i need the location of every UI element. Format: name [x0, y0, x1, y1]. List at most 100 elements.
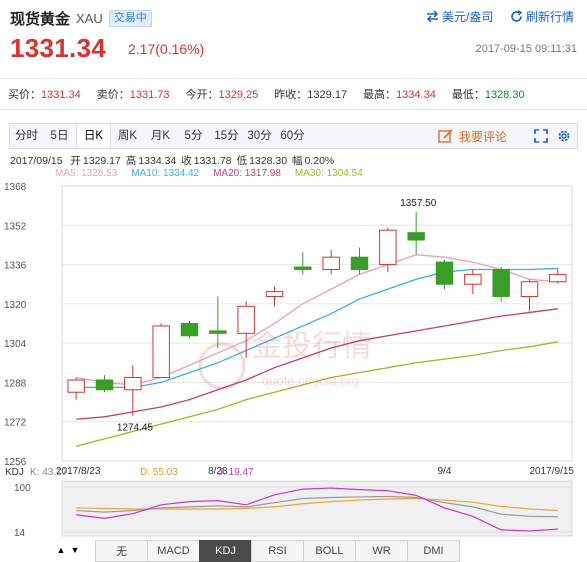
kdj-legend-item: KDJ [5, 467, 24, 478]
candle-body [67, 379, 85, 393]
period-tab[interactable]: 周K [111, 124, 144, 148]
candle[interactable] [549, 268, 567, 284]
indicator-tab[interactable]: BOLL [303, 540, 356, 562]
quote-item: 今开：1329.25 [186, 86, 259, 102]
candle-body [407, 232, 425, 241]
candle-body [95, 379, 114, 391]
candle[interactable] [464, 269, 482, 295]
title-row: 现货黄金 XAU 交易中 [10, 8, 152, 28]
candle-body [294, 266, 312, 270]
period-tab[interactable]: 5日 [43, 124, 76, 148]
ohlc-low: 1328.30 [249, 155, 288, 167]
timestamp: 2017-09-15 09:11:31 [475, 43, 577, 55]
ma20-line [76, 308, 558, 420]
candle[interactable] [322, 249, 340, 275]
candle[interactable] [67, 377, 85, 400]
indicator-tab[interactable]: WR [355, 540, 408, 562]
candle[interactable] [407, 211, 425, 255]
period-tab[interactable]: 30分 [243, 124, 276, 148]
candle-body [464, 273, 482, 285]
prev-arrow-button[interactable]: ▲ [54, 540, 68, 560]
indicator-tab[interactable]: 无 [95, 540, 148, 562]
period-tab[interactable]: 分时 [10, 124, 43, 148]
ohlc-date: 2017/09/15 [10, 155, 63, 167]
period-tab-bar: 分时 5日 日K 周K 月K 5分 15分 30分 60分 我要评论 [9, 123, 578, 149]
quote-value: 1331.73 [129, 89, 170, 101]
candle[interactable] [520, 279, 539, 312]
y-tick-label: 1272 [4, 418, 27, 429]
ohlc-summary: 2017/09/15 开 1329.17 高 1334.34 收 1331.78 低1… [10, 153, 336, 168]
price-annotation: 1274.45 [117, 423, 154, 434]
candle-body [520, 281, 539, 297]
y-tick-label: 1304 [4, 339, 27, 350]
candle[interactable] [350, 247, 369, 275]
current-price: 1331.34 [10, 33, 107, 63]
period-tab[interactable]: 60分 [276, 124, 309, 148]
candlestick-chart[interactable]: 13681352133613201304128812721256金投行情quot… [0, 178, 587, 540]
chart-frame [61, 185, 573, 462]
candle[interactable] [124, 365, 142, 416]
candle[interactable] [435, 259, 454, 290]
period-tab[interactable]: 5分 [177, 124, 210, 148]
settings-icon[interactable] [557, 129, 571, 143]
fullscreen-icon[interactable] [534, 129, 548, 143]
ohlc-amp-label: 幅 [291, 155, 303, 167]
quote-value: 1329.25 [218, 89, 259, 101]
candle[interactable] [152, 323, 170, 379]
indicator-tab[interactable]: DMI [407, 540, 460, 562]
x-tick-label: 9/4 [438, 466, 452, 477]
indicator-bar: ▲ ▼ 无 MACD KDJ RSI BOLL WR DMI [54, 540, 460, 562]
ma10-line [76, 267, 558, 388]
candle-body [350, 256, 369, 270]
period-tab[interactable]: 日K [76, 124, 111, 148]
candle[interactable] [95, 375, 114, 393]
period-tabs: 分时 5日 日K 周K 月K 5分 15分 30分 60分 [10, 124, 309, 148]
refresh-button[interactable]: 刷新行情 [510, 8, 574, 25]
quote-value: 1329.17 [307, 89, 348, 101]
candle-body [379, 229, 397, 266]
price-annotation: 1357.50 [400, 198, 437, 209]
candle-body [180, 323, 199, 337]
indicator-tab[interactable]: KDJ [199, 540, 252, 562]
candle-body [124, 377, 142, 391]
quote-item: 最高：1334.34 [363, 86, 436, 102]
watermark-text: 金投行情 [252, 330, 372, 363]
period-tab[interactable]: 月K [144, 124, 177, 148]
quote-label: 今开： [185, 89, 219, 101]
candle[interactable] [180, 321, 199, 339]
candle[interactable] [492, 267, 510, 302]
candle-body [265, 291, 284, 297]
comment-button[interactable]: 我要评论 [438, 124, 507, 148]
next-arrow-button[interactable]: ▼ [68, 540, 82, 560]
indicator-tab[interactable]: MACD [147, 540, 200, 562]
quote-label: 昨收： [274, 89, 308, 101]
kdj-legend-item: D: 55.03 [140, 467, 178, 478]
y-tick-label: 1352 [4, 221, 27, 232]
quote-label: 卖价： [96, 89, 130, 101]
kdj-legend-item: K: 43.17 [30, 467, 68, 478]
ohlc-high: 1334.34 [138, 155, 177, 167]
x-tick-label: 2017/9/15 [530, 466, 575, 477]
status-badge: 交易中 [108, 9, 152, 27]
ohlc-close: 1331.78 [193, 155, 232, 167]
quote-label: 买价： [8, 89, 41, 101]
quote-item: 买价：1331.34 [8, 86, 81, 102]
candle-body [549, 273, 567, 283]
period-tab[interactable]: 15分 [210, 124, 243, 148]
quote-label: 最高： [363, 89, 397, 101]
indicator-tab[interactable]: RSI [251, 540, 304, 562]
candle[interactable] [294, 252, 312, 275]
page-title: 现货黄金 [10, 10, 71, 28]
candle-body [152, 325, 170, 379]
candle-body [322, 256, 340, 270]
quote-value: 1334.34 [396, 89, 436, 101]
candle[interactable] [379, 227, 397, 272]
candle-body [492, 268, 510, 297]
candle-body [209, 330, 227, 334]
quote-value: 1328.30 [484, 89, 525, 101]
symbol-code: XAU [76, 10, 103, 26]
currency-toggle-button[interactable]: 美元/盎司 [426, 8, 493, 25]
edit-icon [438, 129, 453, 143]
quote-label: 最低： [451, 89, 485, 101]
kdj-tick-label: 14 [14, 528, 26, 539]
